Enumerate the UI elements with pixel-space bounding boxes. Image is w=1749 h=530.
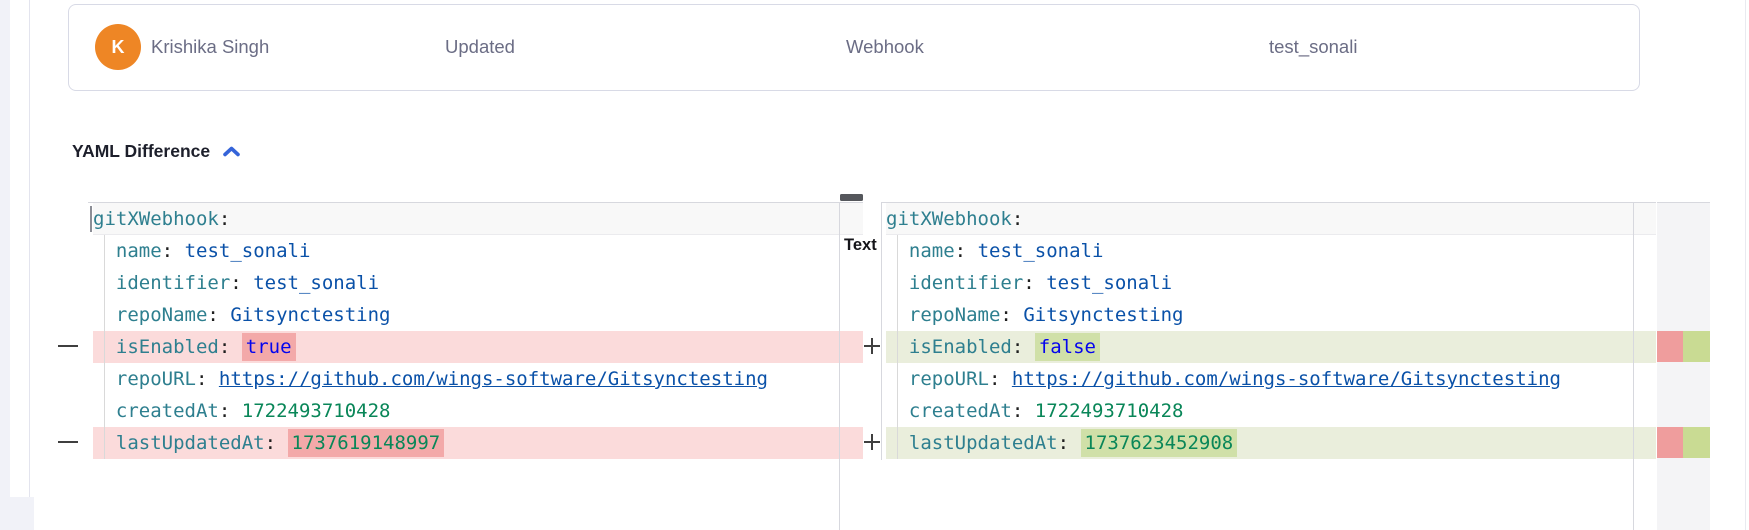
code-line[interactable]: isEnabled: false xyxy=(886,331,1656,363)
yaml-value: test_sonali xyxy=(978,240,1104,262)
yaml-value: 1737623452908 xyxy=(1081,429,1238,457)
yaml-key: name xyxy=(909,240,955,262)
ruler-removed-marker xyxy=(1657,427,1683,458)
yaml-key: lastUpdatedAt xyxy=(116,432,265,454)
added-line-indicator-icon xyxy=(863,433,881,451)
yaml-key: repoURL xyxy=(116,368,196,390)
yaml-key: repoName xyxy=(909,304,1001,326)
yaml-key: identifier xyxy=(909,272,1023,294)
audit-event-row: K Krishika Singh Updated Webhook test_so… xyxy=(68,4,1640,91)
yaml-key: repoURL xyxy=(909,368,989,390)
yaml-value: 1737619148997 xyxy=(288,429,445,457)
yaml-key: identifier xyxy=(116,272,230,294)
code-line[interactable]: repoURL: https://github.com/wings-softwa… xyxy=(93,363,863,395)
yaml-key: lastUpdatedAt xyxy=(909,432,1058,454)
repo-url-link[interactable]: https://github.com/wings-software/Gitsyn… xyxy=(219,368,768,390)
diff-original-pane[interactable]: gitXWebhook: name: test_sonali identifie… xyxy=(88,202,863,530)
yaml-value: 1722493710428 xyxy=(242,400,391,422)
audit-resource-type: Webhook xyxy=(846,36,924,58)
yaml-key: gitXWebhook xyxy=(886,208,1012,230)
code-line[interactable]: lastUpdatedAt: 1737619148997 xyxy=(93,427,863,459)
ruler-added-marker xyxy=(1683,331,1710,362)
audit-yaml-diff-page: K Krishika Singh Updated Webhook test_so… xyxy=(0,0,1749,530)
yaml-difference-title: YAML Difference xyxy=(72,141,210,162)
code-line[interactable]: isEnabled: true xyxy=(93,331,863,363)
removed-line-indicator-icon xyxy=(58,345,78,347)
yaml-value: Gitsynctesting xyxy=(1023,304,1183,326)
code-line[interactable]: lastUpdatedAt: 1737623452908 xyxy=(886,427,1656,459)
indent-guide-left xyxy=(104,235,105,459)
yaml-value: test_sonali xyxy=(253,272,379,294)
yaml-key: createdAt xyxy=(116,400,219,422)
code-line[interactable]: createdAt: 1722493710428 xyxy=(886,395,1656,427)
yaml-key: isEnabled xyxy=(909,336,1012,358)
code-line[interactable]: gitXWebhook: xyxy=(93,203,863,235)
audit-user-name: Krishika Singh xyxy=(151,36,269,58)
middle-text-label: Text xyxy=(844,236,877,255)
left-page-rail xyxy=(0,0,10,530)
pane-divider[interactable] xyxy=(839,202,840,530)
modified-pane-inner-border xyxy=(1633,202,1634,530)
yaml-difference-collapse-button[interactable] xyxy=(221,144,242,159)
code-line[interactable]: identifier: test_sonali xyxy=(886,267,1656,299)
right-viewport-edge xyxy=(1745,0,1746,530)
code-line[interactable]: repoName: Gitsynctesting xyxy=(93,299,863,331)
added-line-indicator-icon xyxy=(863,337,881,355)
ruler-removed-marker xyxy=(1657,331,1683,362)
overview-ruler[interactable] xyxy=(1657,202,1710,530)
yaml-key: name xyxy=(116,240,162,262)
yaml-difference-header: YAML Difference xyxy=(72,141,242,162)
yaml-key: createdAt xyxy=(909,400,1012,422)
code-line[interactable]: repoURL: https://github.com/wings-softwa… xyxy=(886,363,1656,395)
code-line[interactable]: gitXWebhook: xyxy=(886,203,1656,235)
yaml-value: test_sonali xyxy=(185,240,311,262)
repo-url-link[interactable]: https://github.com/wings-software/Gitsyn… xyxy=(1012,368,1561,390)
text-cursor xyxy=(90,206,92,232)
yaml-key: gitXWebhook xyxy=(93,208,219,230)
left-rail-bottom-block xyxy=(0,497,34,530)
code-line[interactable]: name: test_sonali xyxy=(886,235,1656,267)
yaml-value: 1722493710428 xyxy=(1035,400,1184,422)
modified-pane-border xyxy=(881,202,882,460)
audit-action: Updated xyxy=(445,36,515,58)
indent-guide-right xyxy=(897,235,898,459)
avatar: K xyxy=(95,24,141,70)
yaml-key: isEnabled xyxy=(116,336,219,358)
code-line[interactable]: createdAt: 1722493710428 xyxy=(93,395,863,427)
yaml-value: false xyxy=(1035,333,1100,361)
code-line[interactable]: identifier: test_sonali xyxy=(93,267,863,299)
audit-resource-name: test_sonali xyxy=(1269,36,1357,58)
yaml-value: test_sonali xyxy=(1046,272,1172,294)
splitter-handle[interactable] xyxy=(840,194,863,201)
ruler-added-marker xyxy=(1683,427,1710,458)
diff-modified-pane[interactable]: gitXWebhook: name: test_sonali identifie… xyxy=(881,202,1656,530)
removed-line-indicator-icon xyxy=(58,441,78,443)
yaml-key: repoName xyxy=(116,304,208,326)
code-line[interactable]: repoName: Gitsynctesting xyxy=(886,299,1656,331)
yaml-value: true xyxy=(242,333,296,361)
code-line[interactable]: name: test_sonali xyxy=(93,235,863,267)
left-rail-divider xyxy=(29,0,30,497)
chevron-up-icon xyxy=(221,144,242,159)
yaml-value: Gitsynctesting xyxy=(230,304,390,326)
